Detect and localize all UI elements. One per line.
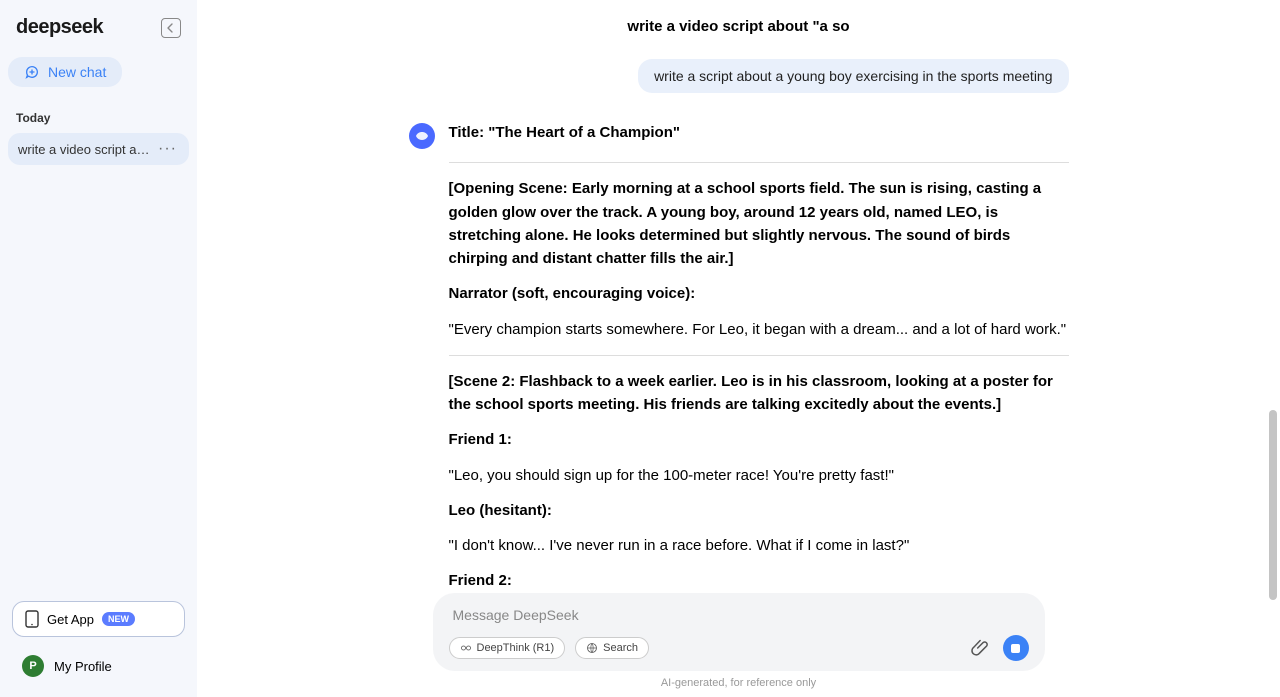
chat-item-more-icon[interactable]: ···: [156, 140, 179, 158]
friend1-label: Friend 1:: [449, 428, 1069, 451]
user-bubble: write a script about a young boy exercis…: [638, 59, 1068, 93]
leo-label: Leo (hesitant):: [449, 499, 1069, 522]
composer: DeepThink (R1) Search: [433, 593, 1045, 671]
friend1-line: "Leo, you should sign up for the 100-met…: [449, 464, 1069, 487]
divider: [449, 162, 1069, 163]
deepthink-label: DeepThink (R1): [477, 642, 555, 654]
stop-button[interactable]: [1003, 635, 1029, 661]
new-chat-icon: [24, 64, 40, 80]
assistant-avatar-icon: [409, 123, 435, 149]
divider: [449, 355, 1069, 356]
disclaimer: AI-generated, for reference only: [197, 677, 1280, 689]
scene-1: [Opening Scene: Early morning at a schoo…: [449, 177, 1069, 270]
scene-2: [Scene 2: Flashback to a week earlier. L…: [449, 370, 1069, 417]
paperclip-icon: [971, 638, 991, 658]
deepthink-button[interactable]: DeepThink (R1): [449, 637, 566, 659]
profile-label: My Profile: [54, 659, 112, 674]
narrator-label: Narrator (soft, encouraging voice):: [449, 282, 1069, 305]
get-app-button[interactable]: Get App NEW: [12, 601, 185, 637]
get-app-label: Get App: [47, 612, 94, 627]
chat-item-text: write a video script about "a so: [18, 142, 156, 157]
new-chat-label: New chat: [48, 64, 106, 80]
scrollbar[interactable]: [1269, 40, 1277, 657]
sidebar: deepseek New chat Today write a video sc…: [0, 0, 197, 697]
stop-icon: [1011, 644, 1020, 653]
main: write a video script about "a so write a…: [197, 0, 1280, 697]
user-message: write a script about a young boy exercis…: [409, 59, 1069, 93]
phone-icon: [25, 610, 39, 628]
attach-button[interactable]: [971, 638, 991, 658]
avatar: P: [22, 655, 44, 677]
collapse-sidebar-button[interactable]: [161, 18, 181, 38]
section-today-label: Today: [8, 111, 189, 133]
narrator-line: "Every champion starts somewhere. For Le…: [449, 318, 1069, 341]
deepthink-icon: [460, 642, 472, 654]
new-chat-button[interactable]: New chat: [8, 57, 122, 87]
assistant-message: Title: "The Heart of a Champion" [Openin…: [409, 121, 1069, 675]
scrollbar-thumb[interactable]: [1269, 410, 1277, 600]
new-badge: NEW: [102, 612, 135, 626]
collapse-icon: [166, 23, 176, 33]
profile-button[interactable]: P My Profile: [12, 647, 185, 685]
leo-line: "I don't know... I've never run in a rac…: [449, 534, 1069, 557]
search-button[interactable]: Search: [575, 637, 649, 659]
message-input[interactable]: [449, 607, 1029, 635]
search-label: Search: [603, 642, 638, 654]
assistant-body: Title: "The Heart of a Champion" [Openin…: [449, 121, 1069, 675]
globe-icon: [586, 642, 598, 654]
script-title: Title: "The Heart of a Champion": [449, 121, 1069, 144]
composer-area: DeepThink (R1) Search: [197, 593, 1280, 697]
friend2-label: Friend 2:: [449, 569, 1069, 592]
sidebar-chat-item[interactable]: write a video script about "a so ···: [8, 133, 189, 165]
logo: deepseek: [16, 16, 103, 39]
page-title: write a video script about "a so: [197, 0, 1280, 45]
